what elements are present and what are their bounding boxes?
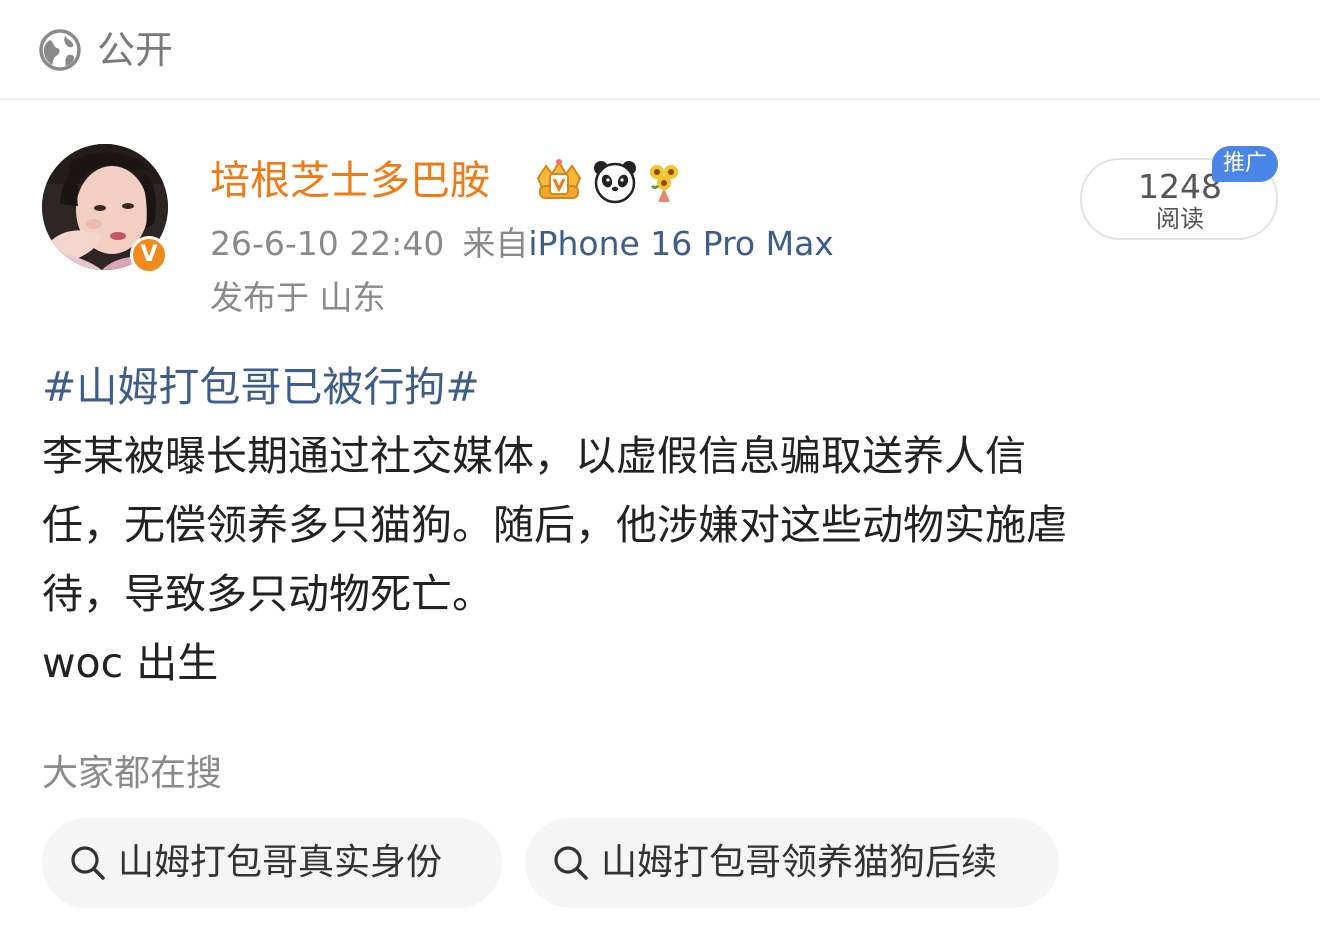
- visibility-label[interactable]: 公开: [97, 28, 173, 72]
- globe-icon: [39, 29, 81, 71]
- trending-search-label: 山姆打包哥领养猫狗后续: [601, 842, 998, 883]
- username[interactable]: 培根芝士多巴胺: [210, 156, 490, 206]
- panda-icon[interactable]: [592, 158, 638, 204]
- post-text-line: 李某被曝长期通过社交媒体，以虚假信息骗取送养人信: [42, 432, 1026, 480]
- trending-search-chip[interactable]: 山姆打包哥领养猫狗后续: [525, 818, 1059, 908]
- read-label: 阅读: [1156, 205, 1204, 233]
- post-text-line: 待，导致多只动物死亡。: [42, 570, 493, 618]
- search-icon: [554, 846, 588, 880]
- source-prefix: 来自: [462, 224, 529, 263]
- post-text-line: 任，无偿领养多只猫狗。随后，他涉嫌对这些动物实施虐: [42, 501, 1067, 549]
- visibility-header: 公开: [0, 0, 1320, 100]
- user-badges: [532, 158, 684, 204]
- promo-badge[interactable]: 推广: [1212, 146, 1278, 182]
- trending-heading: 大家都在搜: [42, 753, 223, 794]
- hashtag-link[interactable]: #山姆打包哥已被行拘#: [42, 352, 1282, 422]
- trending-search-chip[interactable]: 山姆打包哥真实身份: [42, 818, 502, 908]
- verified-v-icon: V: [130, 236, 168, 274]
- sunflower-icon[interactable]: [644, 158, 684, 204]
- source-device[interactable]: iPhone 16 Pro Max: [528, 224, 833, 263]
- trending-search-label: 山姆打包哥真实身份: [118, 842, 443, 883]
- post-location: 发布于 山东: [210, 278, 386, 317]
- post-content: #山姆打包哥已被行拘# 李某被曝长期通过社交媒体，以虚假信息骗取送养人信 任，无…: [42, 352, 1282, 698]
- crown-icon[interactable]: [532, 158, 586, 204]
- timestamp: 26-6-10 22:40: [210, 224, 445, 263]
- post-meta: 26-6-10 22:40 来自iPhone 16 Pro Max: [210, 222, 834, 266]
- search-icon: [71, 846, 105, 880]
- post-text-line: woc 出生: [42, 639, 219, 687]
